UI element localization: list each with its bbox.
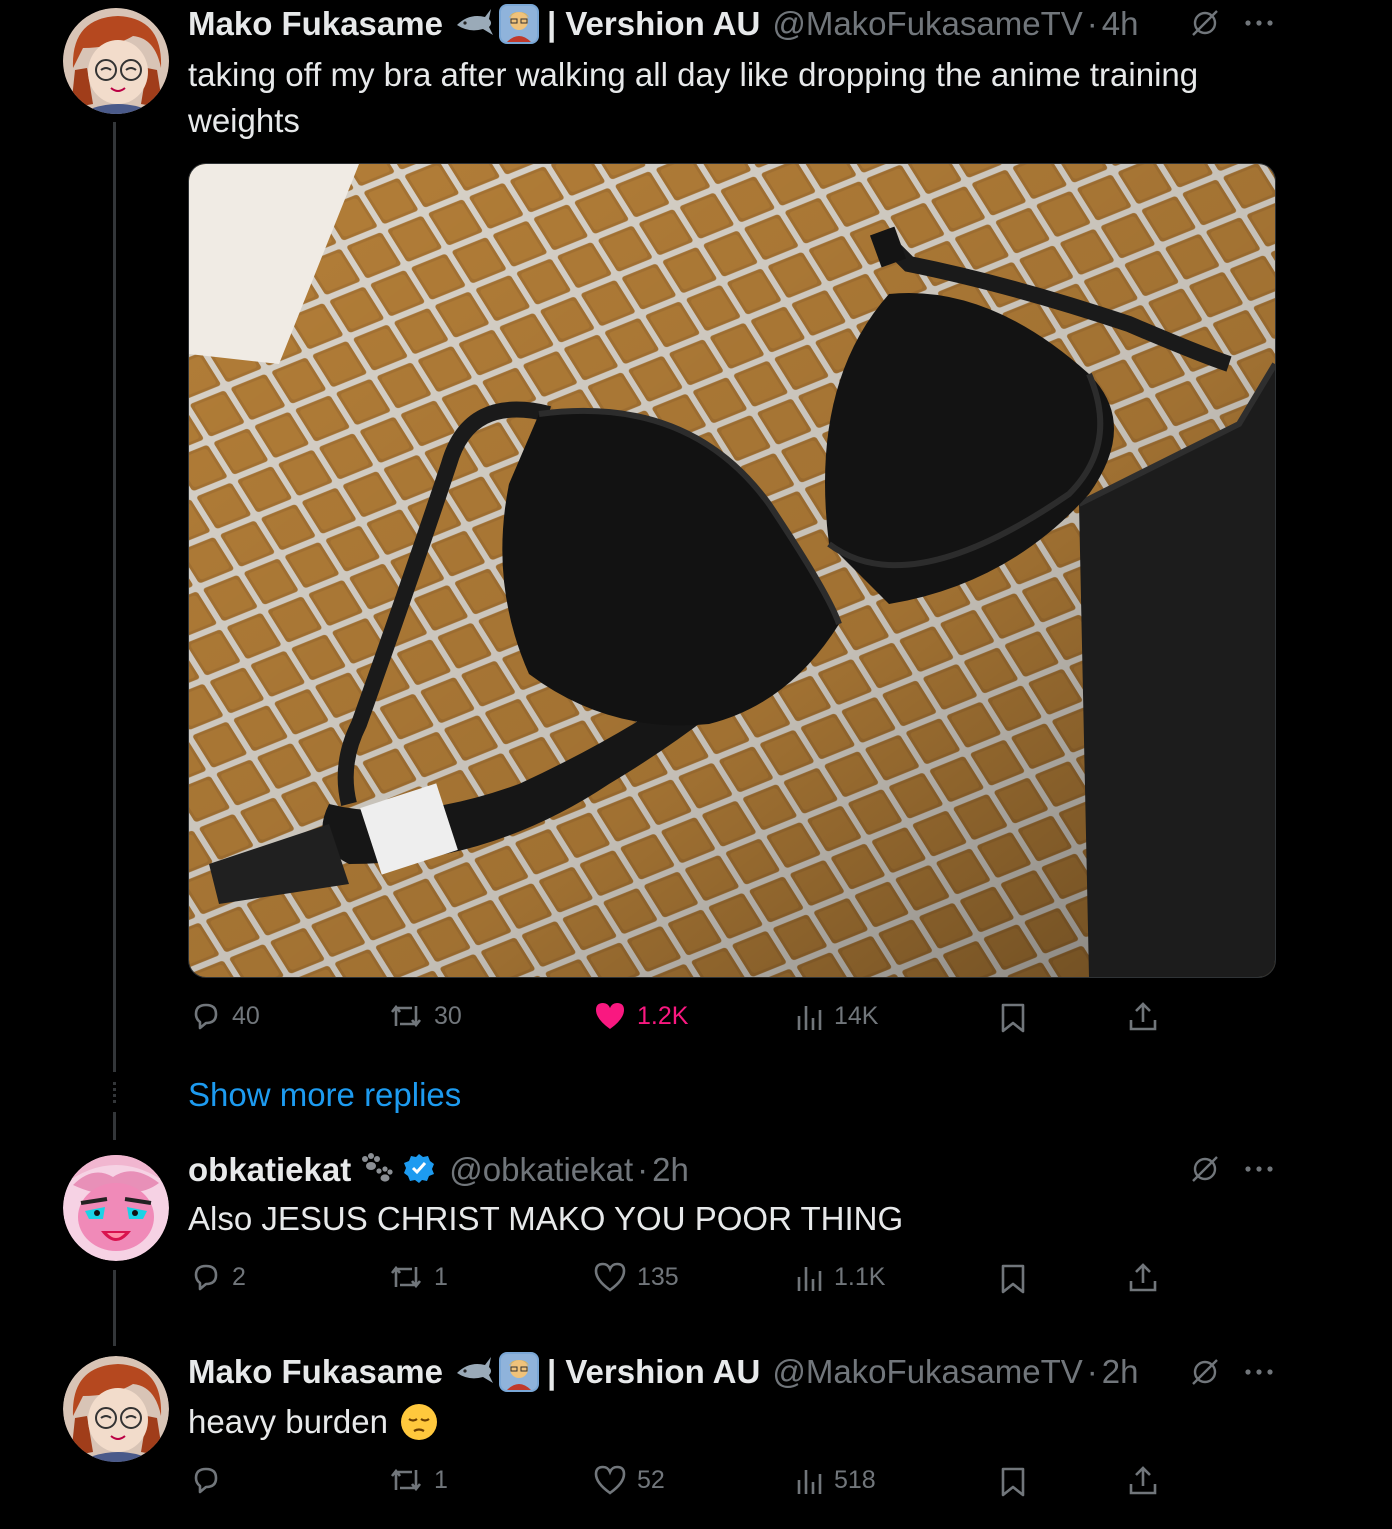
display-name[interactable]: Mako Fukasame [188,1353,443,1391]
like-button[interactable]: 135 [593,1261,679,1293]
thread-dots [113,1082,116,1104]
display-name[interactable]: Mako Fukasame [188,5,443,43]
share-icon[interactable] [1128,1464,1158,1496]
retweet-button[interactable]: 1 [388,1464,448,1496]
handle[interactable]: @obkatiekat [449,1151,633,1189]
separator: · [1086,1353,1098,1390]
tweet-text: heavy burden [188,1399,438,1445]
display-name-suffix: | Vershion AU [546,1353,761,1390]
retweet-count: 30 [434,1001,462,1030]
tweet-text: taking off my bra after walking all day … [188,52,1268,144]
avatar[interactable] [63,1356,169,1462]
reply-button[interactable] [190,1464,232,1496]
avatar[interactable] [63,8,169,114]
retweet-button[interactable]: 30 [388,1000,462,1032]
views-button[interactable]: 1.1K [796,1261,885,1293]
timestamp[interactable]: 2h [652,1151,689,1189]
more-icon[interactable] [1244,1164,1274,1174]
views-button[interactable]: 518 [796,1464,876,1496]
retweet-button[interactable]: 1 [388,1261,448,1293]
pensive-face-emoji [400,1403,438,1441]
retweet-count: 1 [434,1465,448,1494]
reply-button[interactable]: 40 [190,1000,260,1032]
views-icon [797,1470,822,1494]
reply-button[interactable]: 2 [190,1261,246,1293]
grok-icon[interactable] [1190,8,1220,38]
views-count: 1.1K [834,1262,886,1291]
more-icon[interactable] [1244,1367,1274,1377]
reply-icon [194,1467,218,1494]
like-icon [596,1003,624,1029]
grok-icon[interactable] [1190,1154,1220,1184]
handle[interactable]: @MakoFukasameTV [772,5,1082,43]
thread-line [113,1270,116,1346]
teacher-emoji-icon [498,1352,539,1392]
views-count: 14K [834,1001,879,1030]
tweet-text-line: weights [188,102,300,139]
teacher-emoji-icon [498,4,539,44]
avatar[interactable] [63,1155,169,1261]
display-name-suffix: | Vershion AU [546,5,761,42]
like-icon [594,1465,626,1495]
thread-line [113,1112,116,1140]
retweet-count: 1 [434,1262,448,1291]
separator: · [637,1151,649,1188]
views-icon [797,1006,822,1030]
bookmark-icon[interactable] [1000,1466,1026,1498]
like-count: 1.2K [637,1001,689,1030]
timestamp[interactable]: 2h [1102,1353,1139,1391]
reply-icon [194,1003,218,1030]
tweet-text-body: heavy burden [188,1403,388,1440]
bookmark-icon[interactable] [1000,1263,1026,1295]
views-button[interactable]: 14K [796,1000,878,1032]
retweet-icon [390,1265,422,1289]
share-icon[interactable] [1128,1261,1158,1293]
verified-icon[interactable] [403,1152,435,1189]
show-more-replies-link[interactable]: Show more replies [188,1076,461,1114]
like-button[interactable]: 52 [593,1464,665,1496]
like-button[interactable]: 1.2K [593,1000,688,1032]
reply-count: 2 [232,1262,246,1291]
reply-icon [194,1264,218,1291]
views-count: 518 [834,1465,876,1494]
more-icon[interactable] [1244,18,1274,28]
display-name[interactable]: obkatiekat [188,1151,351,1189]
tweet-text-line: taking off my bra after walking all day … [188,56,1199,93]
timestamp[interactable]: 4h [1102,5,1139,43]
thread-line [113,122,116,1072]
share-icon[interactable] [1128,1000,1158,1032]
like-icon [594,1262,626,1292]
like-count: 52 [637,1465,665,1494]
tweet-header: obkatiekat @obkatiekat · 2h [188,1148,689,1192]
shark-emoji-icon [455,1353,495,1392]
shark-emoji-icon [455,5,495,44]
paw-prints-icon [355,1151,395,1190]
handle[interactable]: @MakoFukasameTV [772,1353,1082,1391]
views-icon [797,1267,822,1291]
separator: · [1086,5,1098,42]
grok-icon[interactable] [1190,1357,1220,1387]
tweet-header: Mako Fukasame | Vershion AU @MakoFukasam… [188,1350,1139,1394]
retweet-icon [390,1468,422,1492]
like-count: 135 [637,1262,679,1291]
retweet-icon [390,1004,422,1028]
bookmark-icon[interactable] [1000,1002,1026,1034]
reply-count: 40 [232,1001,260,1030]
tweet-photo[interactable] [188,163,1276,978]
tweet-text: Also JESUS CHRIST MAKO YOU POOR THING [188,1200,904,1237]
tweet-header: Mako Fukasame | Vershion AU @MakoFukasam… [188,2,1139,46]
